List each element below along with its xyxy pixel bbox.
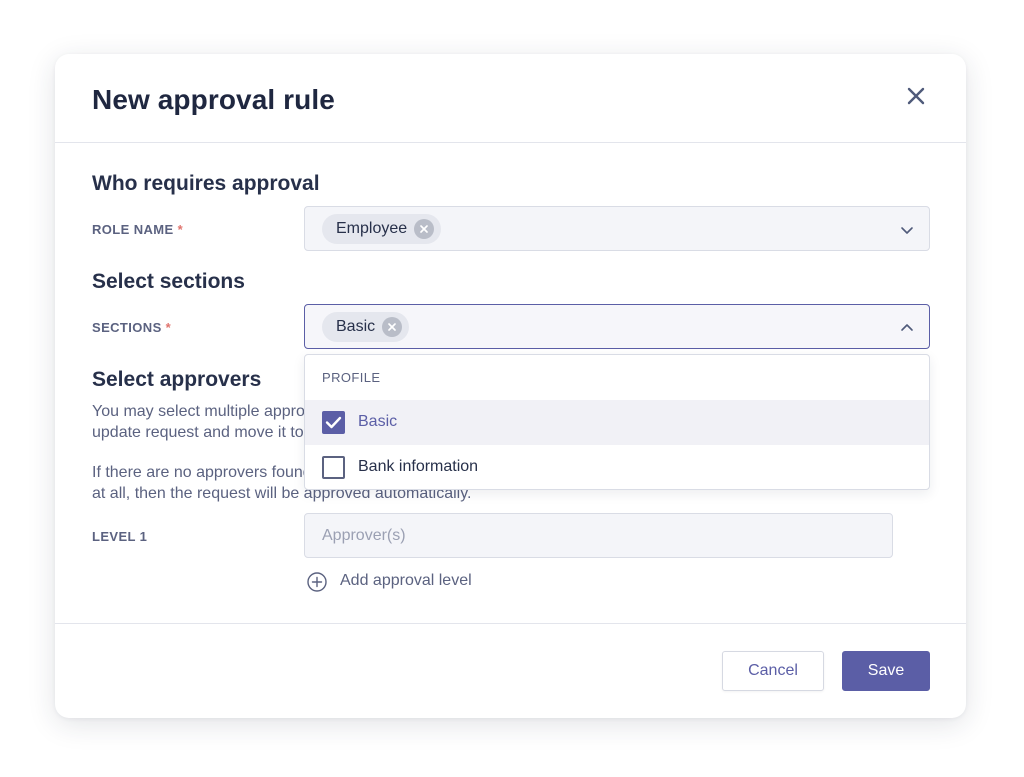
approval-rule-dialog: New approval rule Who requires approval … xyxy=(55,54,966,718)
section-chip-label: Basic xyxy=(336,318,376,335)
x-circle-icon xyxy=(420,225,429,233)
close-button[interactable] xyxy=(901,82,931,112)
level-1-label: LEVEL 1 xyxy=(92,529,148,544)
chevron-down-icon[interactable] xyxy=(899,222,915,238)
sections-dropdown-menu: PROFILE Basic Bank information xyxy=(304,354,930,490)
who-requires-approval-heading: Who requires approval xyxy=(92,172,320,195)
required-marker: * xyxy=(177,222,184,237)
role-name-label: ROLE NAME * xyxy=(92,222,184,237)
dropdown-option-basic[interactable]: Basic xyxy=(305,400,929,445)
dropdown-group-label: PROFILE xyxy=(322,370,381,385)
approver-input[interactable] xyxy=(304,513,893,558)
add-approval-level-label: Add approval level xyxy=(340,572,472,589)
checkbox-unchecked[interactable] xyxy=(322,456,345,479)
dropdown-option-label: Basic xyxy=(358,413,398,430)
select-approvers-heading: Select approvers xyxy=(92,368,262,391)
chip-remove-button[interactable] xyxy=(414,219,435,239)
checkbox-checked[interactable] xyxy=(322,411,345,434)
dialog-title: New approval rule xyxy=(92,84,335,115)
dialog-header: New approval rule xyxy=(55,54,966,143)
close-icon xyxy=(907,87,925,105)
role-name-select[interactable]: Employee xyxy=(304,206,930,251)
chip-remove-button[interactable] xyxy=(382,317,403,337)
chevron-up-icon[interactable] xyxy=(899,320,915,336)
section-chip: Basic xyxy=(322,312,410,342)
check-icon xyxy=(325,416,342,429)
footer-divider xyxy=(55,623,966,624)
select-sections-heading: Select sections xyxy=(92,270,245,293)
role-chip: Employee xyxy=(322,214,442,244)
cancel-button[interactable]: Cancel xyxy=(722,651,824,691)
sections-select[interactable]: Basic xyxy=(304,304,930,349)
sections-label: SECTIONS * xyxy=(92,320,172,335)
plus-circle-icon xyxy=(307,572,327,592)
x-circle-icon xyxy=(388,323,396,331)
dropdown-option-label: Bank information xyxy=(358,458,479,475)
save-button[interactable]: Save xyxy=(842,651,930,691)
required-marker: * xyxy=(165,320,172,335)
dropdown-option-bank-information[interactable]: Bank information xyxy=(305,445,929,490)
role-chip-label: Employee xyxy=(336,220,408,237)
